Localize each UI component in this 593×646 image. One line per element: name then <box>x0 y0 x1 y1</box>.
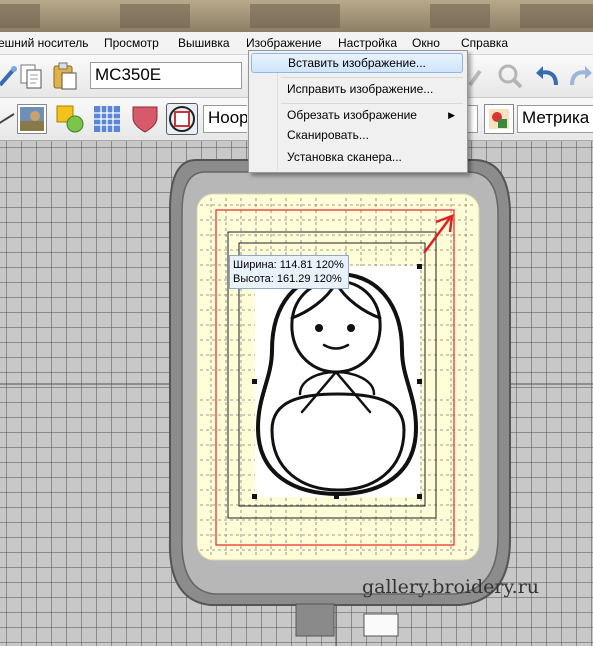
menu-help[interactable]: Справка <box>461 36 508 50</box>
zoom-icon[interactable] <box>494 61 524 91</box>
zoom-out-icon[interactable] <box>466 61 496 91</box>
tooltip-width: Ширина: 114.81 120% <box>233 259 344 271</box>
shapes-icon[interactable] <box>55 104 85 134</box>
menu-item-scanner-setup[interactable]: Установка сканера... <box>251 147 463 167</box>
menu-view[interactable]: Просмотр <box>104 36 159 50</box>
menu-separator <box>281 77 463 78</box>
picture-icon[interactable] <box>17 104 47 134</box>
menu-embroidery[interactable]: Вышивка <box>178 36 230 50</box>
paste-icon[interactable] <box>50 61 80 91</box>
redo-icon[interactable] <box>566 61 593 91</box>
menu-item-scan-label: Сканировать... <box>287 128 369 142</box>
menu-external-media[interactable]: ешний носитель <box>0 36 89 50</box>
tooltip-height: Высота: 161.29 120% <box>233 273 342 285</box>
hoop-frame-icon[interactable] <box>166 103 198 135</box>
image-dropdown-menu: Вставить изображение... Исправить изобра… <box>248 50 468 173</box>
shield-icon[interactable] <box>130 104 160 134</box>
design-settings-icon[interactable] <box>484 104 514 134</box>
undo-icon[interactable] <box>532 61 562 91</box>
watermark: gallery.broidery.ru <box>362 576 540 598</box>
menu-item-insert-image-label: Вставить изображение... <box>288 56 426 70</box>
units-selector[interactable]: Метрика <box>517 105 593 133</box>
submenu-arrow-icon: ▶ <box>448 110 455 120</box>
menu-separator <box>281 103 463 104</box>
hoop-canvas <box>0 141 593 646</box>
menu-item-scanner-setup-label: Установка сканера... <box>287 150 402 164</box>
hoop-size-selector[interactable]: Hoop <box>203 105 247 133</box>
window-title-strip <box>0 0 593 32</box>
copy-icon[interactable] <box>17 61 47 91</box>
menu-item-scan[interactable]: Сканировать... <box>251 125 463 145</box>
size-tooltip: Ширина: 114.81 120% Высота: 161.29 120% <box>229 255 349 289</box>
menu-item-fix-image-label: Исправить изображение... <box>287 82 434 96</box>
menu-item-crop-image-label: Обрезать изображение <box>287 108 417 122</box>
grid-icon[interactable] <box>92 104 122 134</box>
menu-settings[interactable]: Настройка <box>338 36 397 50</box>
design-workspace[interactable] <box>0 141 593 646</box>
menu-item-fix-image[interactable]: Исправить изображение... <box>251 79 463 99</box>
machine-selector[interactable]: MC350E <box>90 62 242 89</box>
menu-item-insert-image[interactable]: Вставить изображение... <box>251 53 463 73</box>
menu-item-crop-image[interactable]: Обрезать изображение ▶ <box>251 105 463 125</box>
menu-image[interactable]: Изображение <box>246 36 322 50</box>
menu-window[interactable]: Окно <box>412 36 440 50</box>
